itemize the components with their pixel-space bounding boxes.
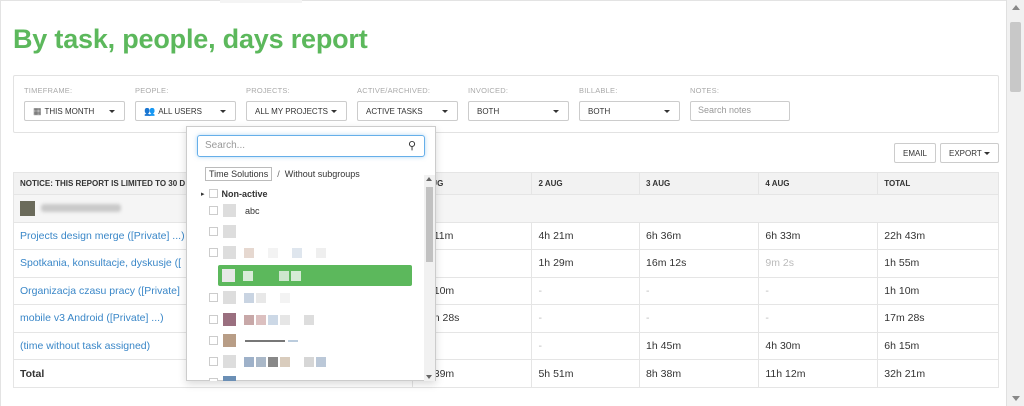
scroll-down-icon[interactable]	[426, 375, 432, 379]
checkbox[interactable]	[209, 248, 218, 257]
blurred-user-name	[41, 204, 121, 213]
scroll-up-icon[interactable]	[426, 177, 432, 181]
caret-right-icon: ▸	[201, 190, 205, 198]
filter-label: BILLABLE:	[579, 86, 618, 95]
projects-select[interactable]: ALL MY PROJECTS	[246, 101, 347, 121]
redacted-name	[244, 314, 314, 325]
checkbox[interactable]	[208, 189, 218, 198]
list-item[interactable]: abc	[209, 202, 425, 219]
table-row: Projects design merge ([Private] ...) 5h…	[12, 221, 999, 250]
chevron-down-icon	[442, 109, 448, 113]
invoiced-select[interactable]: BOTH	[468, 101, 569, 121]
filter-people: PEOPLE: 👥 ALL USERS	[135, 86, 236, 121]
date-header: 3 AUG	[639, 172, 760, 195]
filter-label: PROJECTS:	[246, 86, 290, 95]
redacted-name	[244, 247, 326, 258]
date-header: 2 AUG	[531, 172, 641, 195]
avatar	[20, 200, 35, 216]
without-subgroups-link[interactable]: Without subgroups	[285, 169, 360, 179]
filter-label: PEOPLE:	[135, 86, 169, 95]
avatar	[223, 334, 236, 347]
page-scrollbar[interactable]	[1006, 0, 1024, 406]
table-row: Spotkania, konsultacje, dyskusje ([ - 1h…	[12, 249, 999, 278]
avatar	[223, 204, 236, 217]
list-item[interactable]	[209, 223, 425, 240]
filter-label: INVOICED:	[468, 86, 509, 95]
user-list: ▸ Non-active abc	[187, 185, 425, 381]
group-row[interactable]: ▸ Non-active	[201, 185, 425, 202]
table-row: (time without task assigned) - - 1h 45m …	[12, 331, 999, 360]
list-item[interactable]	[209, 311, 425, 328]
table-row: Organizacja czasu pracy ([Private] 1h 10…	[12, 276, 999, 305]
avatar	[223, 225, 236, 238]
calendar-icon: ▦	[33, 105, 42, 116]
filter-timeframe: TIMEFRAME: ▦ THIS MONTH	[24, 86, 125, 121]
list-item-selected[interactable]	[218, 265, 412, 286]
filter-notes: NOTES: Search notes	[690, 86, 790, 121]
checkbox[interactable]	[209, 315, 218, 324]
scroll-up-icon[interactable]	[1012, 5, 1020, 10]
redacted-name	[245, 339, 285, 342]
filter-invoiced: INVOICED: BOTH	[468, 86, 569, 121]
filters-panel: TIMEFRAME: ▦ THIS MONTH PEOPLE: 👥 ALL USER…	[13, 75, 999, 133]
checkbox[interactable]	[209, 357, 218, 366]
scroll-thumb[interactable]	[1010, 22, 1021, 92]
chevron-down-icon	[983, 151, 990, 155]
people-search-input[interactable]: Search... ⚲	[197, 135, 425, 157]
filter-active: ACTIVE/ARCHIVED: ACTIVE TASKS	[357, 86, 458, 121]
avatar	[223, 313, 236, 326]
top-tab	[220, 0, 302, 3]
dropdown-scrollbar[interactable]	[424, 175, 435, 381]
filter-label: ACTIVE/ARCHIVED:	[357, 86, 431, 95]
scroll-down-icon[interactable]	[1012, 396, 1020, 401]
users-icon: 👥	[144, 105, 156, 116]
checkbox[interactable]	[209, 206, 218, 215]
checkbox[interactable]	[209, 336, 218, 345]
filter-billable: BILLABLE: BOTH	[579, 86, 680, 121]
user-row	[13, 194, 999, 223]
chevron-down-icon	[664, 109, 670, 113]
list-item[interactable]	[209, 289, 425, 306]
avatar	[222, 269, 235, 282]
chevron-down-icon	[109, 109, 115, 113]
search-icon[interactable]: ⚲	[408, 139, 416, 152]
chevron-down-icon	[553, 109, 559, 113]
checkbox[interactable]	[209, 227, 218, 236]
avatar	[223, 376, 236, 381]
export-button[interactable]: EXPORT	[940, 143, 999, 163]
redacted-name	[244, 356, 326, 367]
chevron-down-icon	[331, 109, 337, 113]
people-select[interactable]: 👥 ALL USERS	[135, 101, 236, 121]
avatar	[223, 246, 236, 259]
total-row: Total 6h 39m 5h 51m 8h 38m 11h 12m 32h 2…	[12, 359, 999, 388]
checkbox[interactable]	[209, 293, 218, 302]
table-row: mobile v3 Android ([Private] ...) 17m 28…	[12, 304, 999, 333]
avatar	[223, 355, 236, 368]
filter-label: NOTES:	[690, 86, 720, 95]
billable-select[interactable]: BOTH	[579, 101, 680, 121]
redacted-name	[244, 292, 290, 303]
people-dropdown: Search... ⚲ Time Solutions / Without sub…	[186, 126, 436, 381]
filter-projects: PROJECTS: ALL MY PROJECTS	[246, 86, 347, 121]
total-header: TOTAL	[877, 172, 999, 195]
filter-label: TIMEFRAME:	[24, 86, 73, 95]
avatar	[223, 291, 236, 304]
scroll-thumb[interactable]	[426, 187, 433, 262]
redacted-name	[243, 270, 301, 281]
breadcrumb: Time Solutions / Without subgroups	[205, 167, 360, 181]
org-link[interactable]: Time Solutions	[205, 167, 273, 181]
notes-search-input[interactable]: Search notes	[690, 101, 790, 121]
checkbox[interactable]	[209, 378, 218, 381]
timeframe-select[interactable]: ▦ THIS MONTH	[24, 101, 125, 121]
list-item[interactable]	[209, 374, 425, 381]
email-button[interactable]: EMAIL	[894, 143, 936, 163]
list-item[interactable]	[209, 332, 425, 349]
list-item[interactable]	[209, 353, 425, 370]
active-select[interactable]: ACTIVE TASKS	[357, 101, 458, 121]
page-title: By task, people, days report	[13, 24, 368, 54]
date-header: 4 AUG	[758, 172, 879, 195]
list-item[interactable]	[209, 244, 425, 261]
chevron-down-icon	[220, 109, 226, 113]
report-table: NOTICE: THIS REPORT IS LIMITED TO 30 D 1…	[12, 172, 999, 388]
